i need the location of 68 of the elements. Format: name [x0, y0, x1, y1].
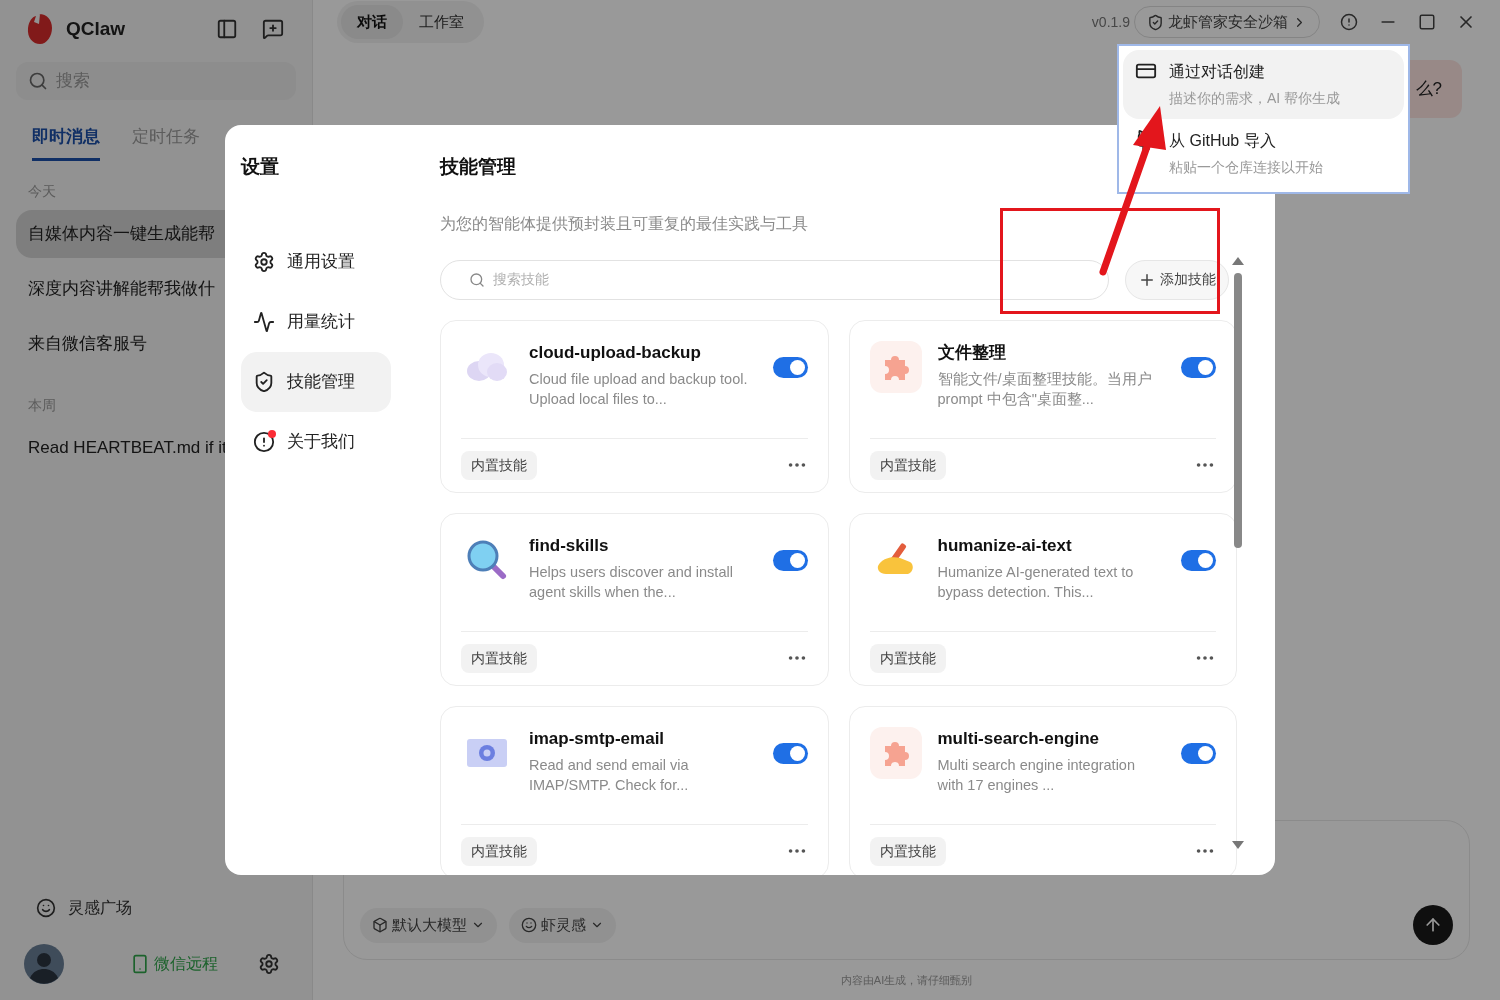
- menu-item-subtitle: 描述你的需求，AI 帮你生成: [1169, 89, 1341, 108]
- puzzle-icon: [869, 340, 922, 393]
- builtin-tag: 内置技能: [869, 643, 946, 673]
- toggle-switch[interactable]: [772, 742, 808, 764]
- composer-chip[interactable]: 默认大模型: [360, 908, 497, 943]
- nav-icon: [253, 370, 275, 393]
- email-icon: [466, 736, 508, 769]
- builtin-tag: 内置技能: [461, 643, 537, 673]
- nav-icon: [253, 310, 275, 333]
- inspiration-link[interactable]: 灵感广场: [68, 896, 132, 920]
- skill-name: find-skills: [529, 534, 610, 557]
- menu-item-title: 从 GitHub 导入: [1169, 131, 1277, 151]
- toggle-switch[interactable]: [772, 549, 808, 571]
- send-button[interactable]: [1413, 904, 1453, 945]
- main-tab[interactable]: 工作室: [403, 4, 480, 40]
- skill-name: cloud-upload-backup: [529, 341, 702, 364]
- search-icon: [469, 271, 485, 288]
- skill-description: Cloud file upload and backup tool. Upload local files to...: [529, 369, 749, 409]
- skill-description: Humanize AI-generated text to bypass detection. This...: [937, 562, 1135, 602]
- builtin-tag: 内置技能: [869, 450, 946, 480]
- phone-icon: [130, 954, 150, 974]
- skill-description: Helps users discover and install agent skills when the...: [529, 562, 734, 602]
- smile-icon: [521, 917, 537, 934]
- settings-nav-item[interactable]: 用量统计: [241, 291, 391, 352]
- settings-nav-item[interactable]: 关于我们: [241, 411, 391, 472]
- dialog-title: 设置: [241, 155, 280, 179]
- toggle-switch[interactable]: [1181, 356, 1216, 378]
- skill-name: multi-search-engine: [937, 727, 1101, 750]
- sidebar-toggle-icon[interactable]: [216, 18, 238, 40]
- skill-name: 文件整理: [937, 341, 1007, 364]
- search-icon: [28, 71, 48, 91]
- avatar[interactable]: [24, 944, 64, 984]
- page-subtitle: 为您的智能体提供预封装且可重复的最佳实践与工具: [440, 213, 809, 234]
- magnifier-icon: [466, 538, 508, 581]
- sidebar-tab[interactable]: 即时消息: [32, 124, 100, 161]
- skill-description: Multi search engine integration with 17 engines ...: [937, 755, 1136, 795]
- version-label: v0.1.9: [1091, 12, 1130, 32]
- menu-item[interactable]: 通过对话创建 描述你的需求，AI 帮你生成: [1123, 50, 1404, 119]
- main-tab[interactable]: 对话: [341, 4, 403, 40]
- builtin-tag: 内置技能: [461, 450, 537, 480]
- smile-icon: [36, 898, 56, 918]
- toggle-switch[interactable]: [1181, 742, 1216, 764]
- menu-item-title: 通过对话创建: [1169, 62, 1266, 82]
- skill-description: 智能文件/桌面整理技能。当用户 prompt 中包含"桌面整...: [937, 369, 1153, 409]
- app-name: QClaw: [66, 16, 126, 41]
- composer-chip[interactable]: 虾灵感: [509, 908, 616, 943]
- skill-description: Read and send email via IMAP/SMTP. Check for...: [529, 755, 690, 795]
- skill-name: imap-smtp-email: [529, 727, 666, 750]
- maximize-icon[interactable]: [1418, 13, 1436, 31]
- builtin-tag: 内置技能: [461, 836, 537, 866]
- shield-icon: [1147, 13, 1164, 31]
- page-title: 技能管理: [440, 155, 516, 179]
- add-skill-button[interactable]: 添加技能: [1125, 259, 1229, 300]
- nav-icon: [253, 250, 275, 273]
- puzzle-icon: [869, 726, 922, 779]
- nav-icon: [253, 430, 275, 453]
- cube-icon: [372, 917, 388, 934]
- settings-icon[interactable]: [258, 953, 280, 975]
- toggle-switch[interactable]: [1181, 549, 1216, 571]
- cloud-icon: [465, 351, 509, 382]
- menu-item-subtitle: 粘贴一个仓库连接以开始: [1169, 158, 1323, 177]
- settings-nav-item[interactable]: 技能管理: [241, 351, 391, 412]
- skill-name: humanize-ai-text: [937, 534, 1073, 557]
- feedback-icon[interactable]: [1340, 13, 1358, 31]
- scrollbar[interactable]: [1231, 257, 1245, 849]
- toggle-switch[interactable]: [772, 356, 808, 378]
- builtin-tag: 内置技能: [869, 836, 946, 866]
- new-chat-icon[interactable]: [262, 18, 284, 40]
